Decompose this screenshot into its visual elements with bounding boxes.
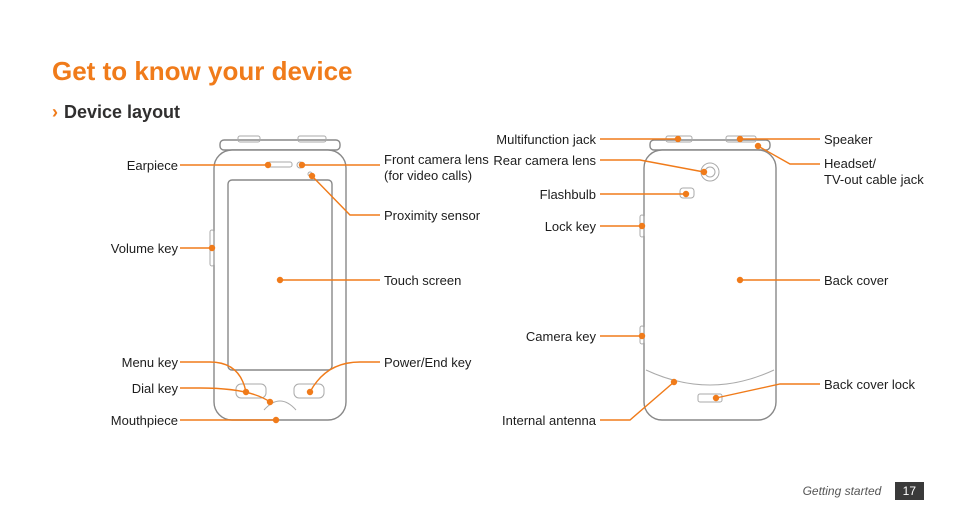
label-flashbulb: Flashbulb	[478, 187, 596, 203]
chevron-right-icon: ›	[52, 102, 58, 122]
label-power-key: Power/End key	[384, 355, 471, 371]
label-speaker: Speaker	[824, 132, 872, 148]
page-number: 17	[895, 482, 924, 500]
label-front-camera: Front camera lens (for video calls)	[384, 152, 489, 184]
label-multifunction-jack: Multifunction jack	[478, 132, 596, 148]
label-earpiece: Earpiece	[106, 158, 178, 174]
page-footer: Getting started 17	[803, 482, 924, 500]
label-headset-jack: Headset/ TV-out cable jack	[824, 156, 924, 188]
subsection-heading: › Device layout	[52, 102, 180, 123]
label-proximity: Proximity sensor	[384, 208, 480, 224]
label-menu-key: Menu key	[106, 355, 178, 371]
label-dial-key: Dial key	[106, 381, 178, 397]
label-rear-camera: Rear camera lens	[478, 153, 596, 169]
label-camera-key: Camera key	[478, 329, 596, 345]
label-lock-key: Lock key	[478, 219, 596, 235]
page-title: Get to know your device	[52, 56, 353, 87]
label-mouthpiece: Mouthpiece	[106, 413, 178, 429]
label-touchscreen: Touch screen	[384, 273, 461, 289]
label-volume-key: Volume key	[106, 241, 178, 257]
label-internal-antenna: Internal antenna	[478, 413, 596, 429]
label-back-cover: Back cover	[824, 273, 888, 289]
subsection-label: Device layout	[64, 102, 180, 122]
label-back-cover-lock: Back cover lock	[824, 377, 915, 393]
footer-section-name: Getting started	[803, 484, 882, 498]
